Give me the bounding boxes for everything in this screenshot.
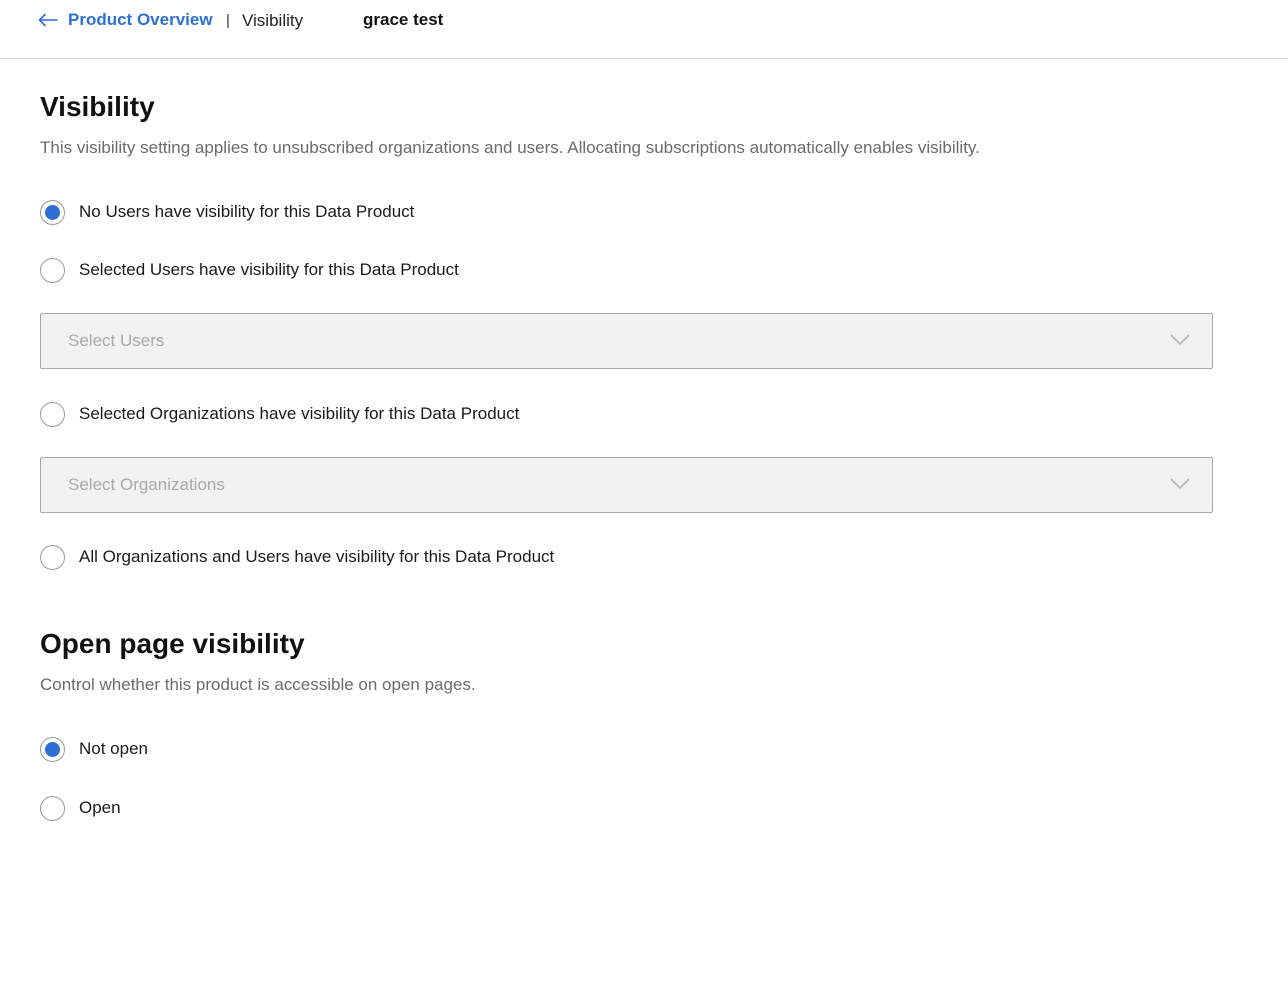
radio-unselected-icon (40, 401, 65, 427)
radio-unselected-icon (40, 795, 65, 821)
open-page-visibility-description: Control whether this product is accessib… (40, 675, 476, 694)
radio-selected-organizations[interactable]: Selected Organizations have visibility f… (40, 400, 519, 428)
select-organizations-dropdown[interactable]: Select Organizations (40, 457, 1213, 513)
back-link-label: Product Overview (68, 10, 213, 29)
radio-selected-icon (40, 199, 65, 225)
back-to-product-overview-link[interactable]: Product Overview (38, 8, 213, 32)
breadcrumb-current-page: Visibility (242, 11, 304, 30)
radio-all-organizations-and-users[interactable]: All Organizations and Users have visibil… (40, 543, 554, 571)
chevron-down-icon (1170, 478, 1190, 489)
radio-label: All Organizations and Users have visibil… (79, 547, 555, 566)
radio-open[interactable]: Open (40, 794, 121, 822)
select-users-dropdown[interactable]: Select Users (40, 313, 1213, 369)
radio-no-users[interactable]: No Users have visibility for this Data P… (40, 198, 414, 226)
radio-unselected-icon (40, 257, 65, 283)
top-bar: Product Overview | Visibility grace test (0, 0, 1288, 59)
radio-selected-users[interactable]: Selected Users have visibility for this … (40, 256, 459, 284)
radio-label: Not open (79, 739, 148, 758)
visibility-title: Visibility (40, 91, 155, 122)
select-users-placeholder: Select Users (68, 331, 165, 350)
breadcrumb-separator: | (226, 11, 230, 29)
visibility-description: This visibility setting applies to unsub… (40, 138, 980, 157)
radio-not-open[interactable]: Not open (40, 735, 148, 763)
arrow-left-icon (38, 13, 58, 27)
select-organizations-placeholder: Select Organizations (68, 475, 225, 494)
radio-label: Selected Organizations have visibility f… (79, 404, 520, 423)
product-name: grace test (363, 10, 444, 29)
radio-label: Selected Users have visibility for this … (79, 260, 459, 279)
radio-label: Open (79, 798, 121, 817)
radio-label: No Users have visibility for this Data P… (79, 202, 415, 221)
open-page-visibility-title: Open page visibility (40, 628, 305, 659)
chevron-down-icon (1170, 334, 1190, 345)
radio-unselected-icon (40, 544, 65, 570)
radio-selected-icon (40, 736, 65, 762)
